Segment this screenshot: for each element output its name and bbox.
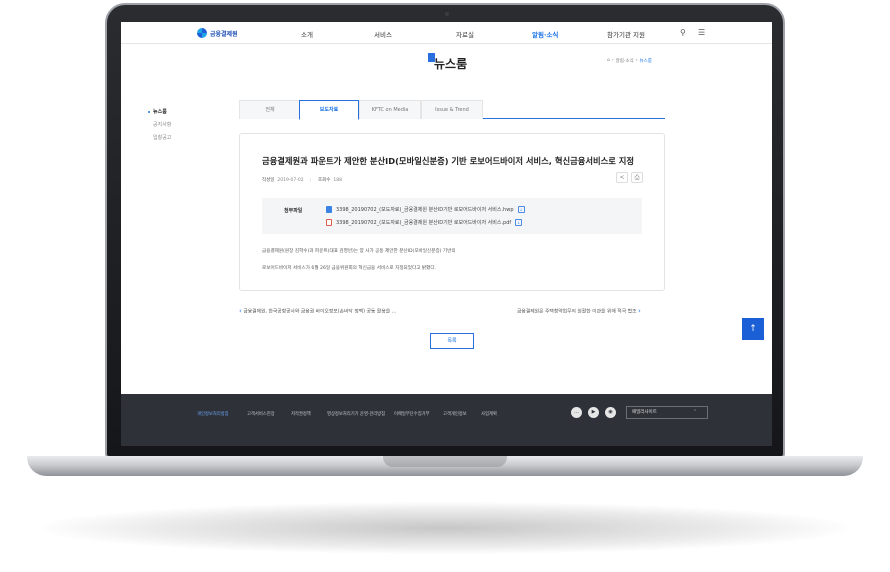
download-icon[interactable]: ↓ [517, 206, 525, 213]
home-icon[interactable]: ⌂ [607, 58, 610, 64]
tab-all[interactable]: 전체 [239, 100, 301, 119]
article-meta: 작성일 2019-07-02 | 조회수 188 [262, 178, 342, 183]
footer-link-business-plan[interactable]: 사업계획 [481, 411, 497, 417]
instagram-icon[interactable]: ◉ [605, 407, 616, 418]
tab-issue-trend[interactable]: Issue & Trend [421, 100, 483, 119]
article-views: 188 [333, 178, 342, 183]
gnb-menu-member-support[interactable]: 참가기관 지원 [607, 29, 645, 39]
next-article-link[interactable]: 금융결제원은 주택청약업무의 원활한 이관을 위해 적극 협조 › [517, 307, 641, 315]
side-nav-item-notice[interactable]: 공지사항 [148, 121, 171, 134]
youtube-icon[interactable]: ▶ [588, 407, 599, 418]
footer-link-charter[interactable]: 고객서비스헌장 [247, 411, 275, 417]
tab-press-release[interactable]: 보도자료 [299, 100, 359, 120]
side-nav-item-newsroom[interactable]: 뉴스룸 [148, 108, 171, 121]
blog-icon[interactable]: … [571, 407, 582, 418]
scroll-top-button[interactable]: ↑ [742, 318, 764, 340]
download-icon[interactable]: ↓ [515, 219, 523, 226]
breadcrumb: ⌂ › 알림·소식 › 뉴스룸 [607, 58, 652, 64]
share-icon[interactable]: < [616, 172, 628, 183]
breadcrumb-current: 뉴스룸 [639, 59, 652, 64]
article-date: 2019-07-02 [277, 178, 304, 183]
logo-mark-icon [197, 28, 207, 38]
camera [445, 12, 449, 16]
arrow-up-icon: ↑ [749, 324, 757, 334]
footer-link-customer-info[interactable]: 고객개인정보 [443, 411, 467, 417]
chevron-right-icon: › [638, 307, 641, 315]
article-body-line: 금융결제원(원장 김학수)과 파운트(대표 김영빈)는 양 사가 공동 제안한 … [262, 249, 456, 254]
logo[interactable]: 금융결제원 [197, 28, 238, 38]
gnb-menu-library[interactable]: 자료실 [456, 29, 474, 39]
attachment-hwp[interactable]: 3398_20190702_(보도자료)_금융결제원 분산ID기반 로보어드바이… [326, 206, 525, 213]
gnb-menu-service[interactable]: 서비스 [374, 29, 392, 39]
stage: 금융결제원 소개 서비스 자료실 알림·소식 참가기관 지원 ⚲ ☰ 뉴스룸 ⌂… [0, 0, 890, 572]
gnb-menu-news[interactable]: 알림·소식 [532, 29, 558, 39]
footer-link-email[interactable]: 이메일무단수집거부 [394, 411, 430, 417]
prev-article-link[interactable]: ‹ 금융결제원, 한국공항공사와 금융권 바이오정보(손바닥 정맥) 공동 활용… [239, 307, 396, 315]
list-button[interactable]: 목록 [430, 333, 474, 349]
browser-screen: 금융결제원 소개 서비스 자료실 알림·소식 참가기관 지원 ⚲ ☰ 뉴스룸 ⌂… [121, 22, 772, 446]
attachments: 첨부파일 3398_20190702_(보도자료)_금융결제원 분산ID기반 로… [262, 198, 642, 234]
footer-link-privacy[interactable]: 개인정보처리방침 [197, 411, 229, 417]
logo-text: 금융결제원 [210, 30, 238, 38]
tab-kftc-on-media[interactable]: KFTC on Media [359, 100, 421, 119]
side-nav: 뉴스룸 공지사항 입찰공고 [148, 108, 171, 147]
attachment-pdf[interactable]: 3398_20190702_(보도자료)_금융결제원 분산ID기반 로보어드바이… [326, 219, 523, 226]
laptop-notch [383, 456, 507, 467]
hwp-file-icon [326, 206, 332, 213]
search-icon[interactable]: ⚲ [680, 29, 686, 37]
article-body-line: 로보어드바이저 서비스가 6월 26일 금융위원회의 혁신금융 서비스로 지정되… [262, 266, 437, 271]
chevron-left-icon: ‹ [239, 307, 242, 315]
page-title: 뉴스룸 [434, 57, 468, 71]
hamburger-icon[interactable]: ☰ [698, 29, 705, 37]
attachments-label: 첨부파일 [284, 208, 303, 214]
category-tabs: 전체 보도자료 KFTC on Media Issue & Trend [239, 100, 665, 120]
active-dot-icon [148, 110, 150, 113]
breadcrumb-item[interactable]: 알림·소식 [616, 58, 634, 64]
pdf-file-icon [326, 219, 332, 226]
footer: 개인정보처리방침 고객서비스헌장 저작권정책 영상정보처리기기 운영·관리방침 … [121, 394, 772, 446]
gnb-menu-about[interactable]: 소개 [301, 29, 313, 39]
article-title: 금융결제원과 파운트가 제안한 분산ID(모바일신분증) 기반 로보어드바이저 … [262, 156, 635, 166]
family-site-select[interactable]: 패밀리사이트 ⌃ [626, 406, 708, 419]
laptop-shadow [40, 502, 850, 554]
print-icon[interactable]: ⎙ [631, 172, 643, 183]
side-nav-item-bid[interactable]: 입찰공고 [148, 134, 171, 147]
global-nav: 금융결제원 소개 서비스 자료실 알림·소식 참가기관 지원 ⚲ ☰ [121, 22, 772, 44]
chevron-up-icon: ⌃ [692, 409, 697, 415]
footer-link-cctv[interactable]: 영상정보처리기기 운영·관리방침 [327, 411, 385, 417]
article-card: 금융결제원과 파운트가 제안한 분산ID(모바일신분증) 기반 로보어드바이저 … [239, 133, 665, 291]
footer-link-copyright[interactable]: 저작권정책 [291, 411, 311, 417]
